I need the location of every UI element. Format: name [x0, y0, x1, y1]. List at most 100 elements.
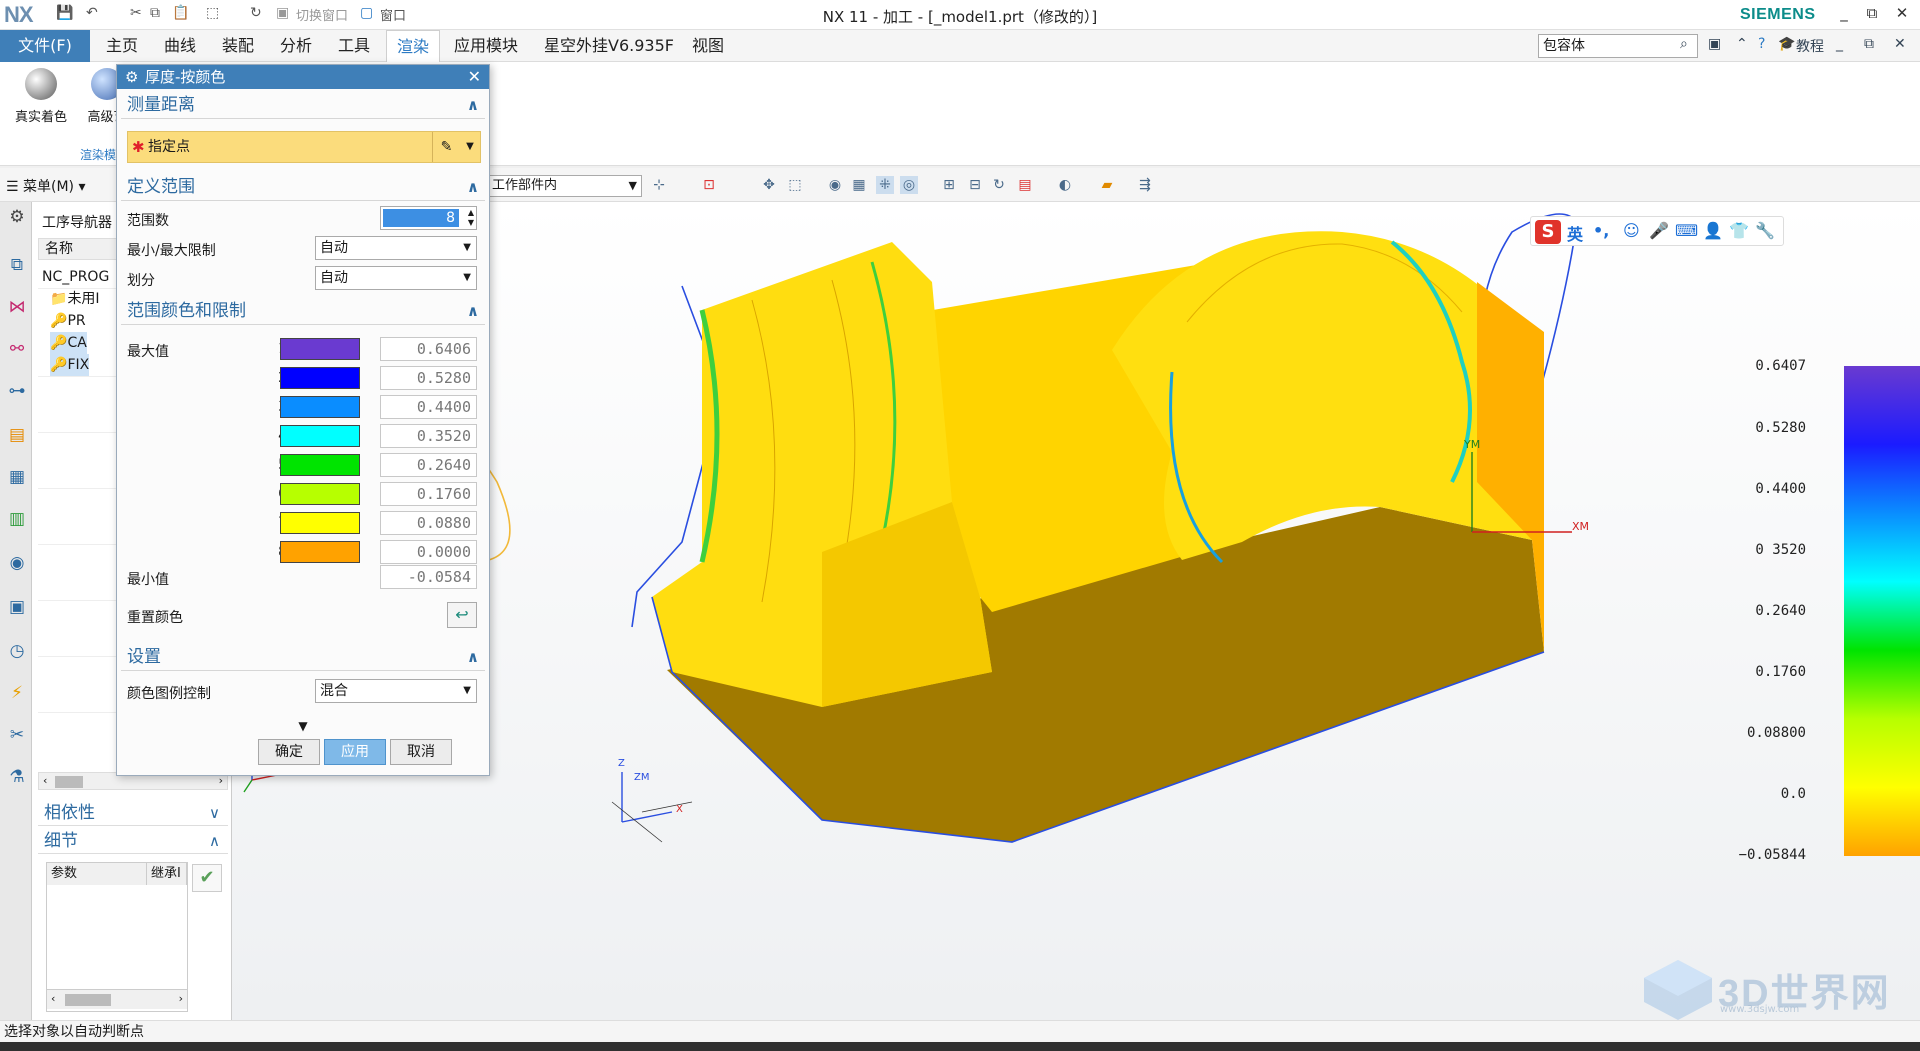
- range-limit-field[interactable]: 0.0000: [380, 540, 477, 564]
- measure-distance-section[interactable]: 测量距离 ∧: [121, 91, 485, 119]
- tab-plugin[interactable]: 星空外挂V6.935F: [534, 30, 684, 62]
- color-swatch-button[interactable]: [280, 425, 360, 447]
- close-window-button[interactable]: ✕: [1892, 4, 1912, 22]
- restore-doc-icon[interactable]: ⧉: [1864, 36, 1874, 52]
- division-select[interactable]: 自动 ▼: [315, 266, 477, 290]
- color-swatch-button[interactable]: [280, 396, 360, 418]
- menu-button[interactable]: ☰ 菜单(M) ▾: [6, 176, 86, 196]
- operation-navigator-icon[interactable]: ⊶: [6, 380, 28, 402]
- ime-toolbar[interactable]: S 英 •, ☺ 🎤 ⌨ 👤 👕 🔧: [1530, 216, 1784, 246]
- help-icon[interactable]: ?: [1758, 36, 1765, 52]
- collapse-ribbon-icon[interactable]: ⌃: [1736, 36, 1748, 52]
- ime-emoji-icon[interactable]: ☺: [1623, 221, 1640, 240]
- param-column[interactable]: 参数: [47, 863, 147, 885]
- color-swatch-button[interactable]: [280, 367, 360, 389]
- tab-home[interactable]: 主页: [96, 30, 148, 62]
- cut-icon[interactable]: ✂: [130, 5, 142, 21]
- chevron-up-icon[interactable]: ∧: [467, 297, 479, 325]
- color-swatch-button[interactable]: [280, 338, 360, 360]
- copy-icon[interactable]: ⧉: [150, 5, 160, 21]
- tutorial-link[interactable]: 教程: [1796, 36, 1824, 56]
- restore-button[interactable]: ⧉: [1862, 4, 1882, 22]
- chevron-down-icon[interactable]: ∨: [209, 800, 220, 826]
- nc-program-row[interactable]: NC_PROG: [42, 266, 109, 288]
- color-swatch-button[interactable]: [280, 541, 360, 563]
- list-item[interactable]: 🔑FIX: [50, 354, 90, 376]
- range-limit-field[interactable]: 0.0880: [380, 511, 477, 535]
- constraint-navigator-icon[interactable]: ⋈: [6, 296, 28, 318]
- window-icon[interactable]: ▢: [360, 5, 373, 21]
- color-swatch-button[interactable]: [280, 483, 360, 505]
- process-icon[interactable]: ⚡: [6, 682, 28, 704]
- machine-tool-icon[interactable]: ▤: [6, 424, 28, 446]
- stepper-up-icon[interactable]: ▲: [468, 208, 474, 217]
- ime-user-icon[interactable]: 👤: [1703, 221, 1723, 240]
- apply-button[interactable]: 应用: [324, 739, 386, 765]
- ok-button[interactable]: 确定: [258, 739, 320, 765]
- range-count-value[interactable]: 8: [383, 209, 459, 227]
- tab-curve[interactable]: 曲线: [154, 30, 206, 62]
- color-swatch-button[interactable]: [280, 454, 360, 476]
- range-colors-section[interactable]: 范围颜色和限制 ∧: [121, 297, 485, 325]
- list-item[interactable]: 📁未用I: [50, 288, 100, 310]
- move-icon[interactable]: ✥: [760, 176, 778, 194]
- clock-icon[interactable]: ◷: [6, 640, 28, 662]
- selection-icon[interactable]: ⬚: [206, 5, 219, 21]
- save-icon[interactable]: 💾: [56, 5, 73, 21]
- inherit-column[interactable]: 继承I: [147, 863, 187, 885]
- minimize-doc-icon[interactable]: _: [1836, 36, 1843, 52]
- reuse-library-icon[interactable]: ▦: [6, 466, 28, 488]
- chevron-down-icon[interactable]: ▼: [460, 132, 480, 162]
- range-limit-field[interactable]: 0.3520: [380, 424, 477, 448]
- paste-icon[interactable]: 📋: [172, 5, 189, 21]
- gear-icon[interactable]: ⚙: [6, 206, 28, 228]
- fit-icon[interactable]: ⊞: [940, 176, 958, 194]
- tab-analysis[interactable]: 分析: [270, 30, 322, 62]
- part-navigator-icon[interactable]: ⚯: [6, 338, 28, 360]
- list-item[interactable]: 🔑CA: [50, 332, 87, 354]
- history-icon[interactable]: ▣: [6, 596, 28, 618]
- gear-icon[interactable]: ⚙: [125, 65, 138, 89]
- cancel-button[interactable]: 取消: [390, 739, 452, 765]
- ime-voice-icon[interactable]: 🎤: [1649, 221, 1669, 240]
- minimize-button[interactable]: _: [1834, 4, 1854, 22]
- cube-icon[interactable]: ▦: [850, 176, 868, 194]
- file-menu[interactable]: 文件(F): [0, 30, 90, 62]
- legend-control-select[interactable]: 混合 ▼: [315, 679, 477, 703]
- undo-icon[interactable]: ↶: [86, 5, 98, 21]
- switch-window-icon[interactable]: ▣: [276, 5, 289, 21]
- point-icon[interactable]: ⊡: [700, 176, 718, 194]
- reset-colors-button[interactable]: ↩: [447, 602, 477, 628]
- color-swatch-button[interactable]: [280, 512, 360, 534]
- ime-keyboard-icon[interactable]: ⌨: [1675, 221, 1698, 240]
- range-limit-field[interactable]: 0.1760: [380, 482, 477, 506]
- scroll-right-icon[interactable]: ›: [179, 992, 183, 1005]
- range-limit-field[interactable]: 0.5280: [380, 366, 477, 390]
- range-limit-field[interactable]: 0.2640: [380, 453, 477, 477]
- assembly-navigator-icon[interactable]: ⧉: [6, 254, 28, 276]
- true-shading-button[interactable]: 真实着色: [6, 64, 76, 125]
- ime-settings-icon[interactable]: 🔧: [1755, 221, 1775, 240]
- stepper-down-icon[interactable]: ▼: [468, 218, 474, 227]
- switch-window-label[interactable]: 切换窗口: [296, 5, 348, 24]
- scroll-thumb[interactable]: [55, 776, 83, 788]
- snap-grid-icon[interactable]: ⁜: [876, 176, 894, 194]
- render-style-icon[interactable]: ◐: [1056, 176, 1074, 194]
- command-search-input[interactable]: 包容体: [1538, 34, 1698, 58]
- library-icon[interactable]: ▥: [6, 508, 28, 530]
- list-item[interactable]: 🔑PR: [50, 310, 86, 332]
- chevron-up-icon[interactable]: ∧: [209, 828, 220, 854]
- scroll-left-icon[interactable]: ‹: [43, 774, 47, 787]
- chevron-up-icon[interactable]: ∧: [467, 173, 479, 201]
- tab-application[interactable]: 应用模块: [444, 30, 528, 62]
- web-browser-icon[interactable]: ◉: [6, 552, 28, 574]
- box-select-icon[interactable]: ⬚: [786, 176, 804, 194]
- details-hscroll[interactable]: ‹ ›: [47, 989, 187, 1009]
- range-count-stepper[interactable]: 8 ▲ ▼: [380, 206, 477, 230]
- scroll-left-icon[interactable]: ‹: [51, 992, 55, 1005]
- orient-icon[interactable]: ▤: [1016, 176, 1034, 194]
- specify-point-selector[interactable]: ✱ 指定点 ✎ ▼: [127, 131, 481, 163]
- window-menu[interactable]: 窗口: [380, 5, 406, 24]
- dependency-panel-header[interactable]: 相依性 ∨: [38, 800, 228, 826]
- checkmark-icon[interactable]: ✔: [192, 864, 222, 892]
